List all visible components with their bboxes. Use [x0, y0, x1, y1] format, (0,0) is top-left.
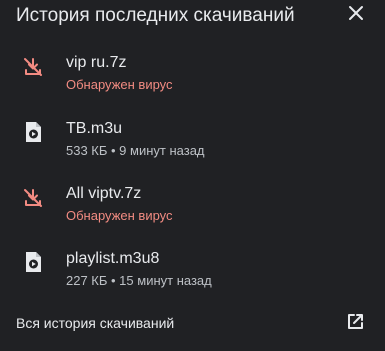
download-status: Обнаружен вирус	[66, 77, 173, 92]
blocked-download-icon	[22, 187, 44, 209]
download-item[interactable]: TB.m3u 533 КБ • 9 минут назад	[0, 112, 385, 170]
media-file-icon	[22, 250, 44, 272]
download-filename: All viptv.7z	[66, 185, 142, 202]
full-history-link[interactable]: Вся история скачиваний	[16, 315, 174, 331]
panel-title: История последних скачиваний	[16, 5, 295, 26]
close-icon[interactable]	[347, 4, 365, 22]
download-item[interactable]: vip ru.7z Обнаружен вирус	[0, 46, 385, 104]
blocked-download-icon	[22, 56, 44, 78]
download-status: Обнаружен вирус	[66, 208, 173, 223]
panel-footer: Вся история скачиваний	[0, 306, 385, 341]
download-filename: playlist.m3u8	[66, 250, 160, 267]
download-status: 227 КБ • 15 минут назад	[66, 273, 212, 288]
media-file-icon	[22, 120, 44, 142]
downloads-panel: История последних скачиваний vip ru.7z О…	[0, 0, 385, 351]
download-filename: TB.m3u	[66, 120, 123, 137]
download-item[interactable]: All viptv.7z Обнаружен вирус	[0, 177, 385, 235]
open-in-new-icon[interactable]	[345, 312, 365, 332]
panel-header: История последних скачиваний	[0, 0, 385, 34]
download-status: 533 КБ • 9 минут назад	[66, 143, 205, 158]
download-filename: vip ru.7z	[66, 54, 127, 71]
download-item[interactable]: playlist.m3u8 227 КБ • 15 минут назад	[0, 242, 385, 300]
